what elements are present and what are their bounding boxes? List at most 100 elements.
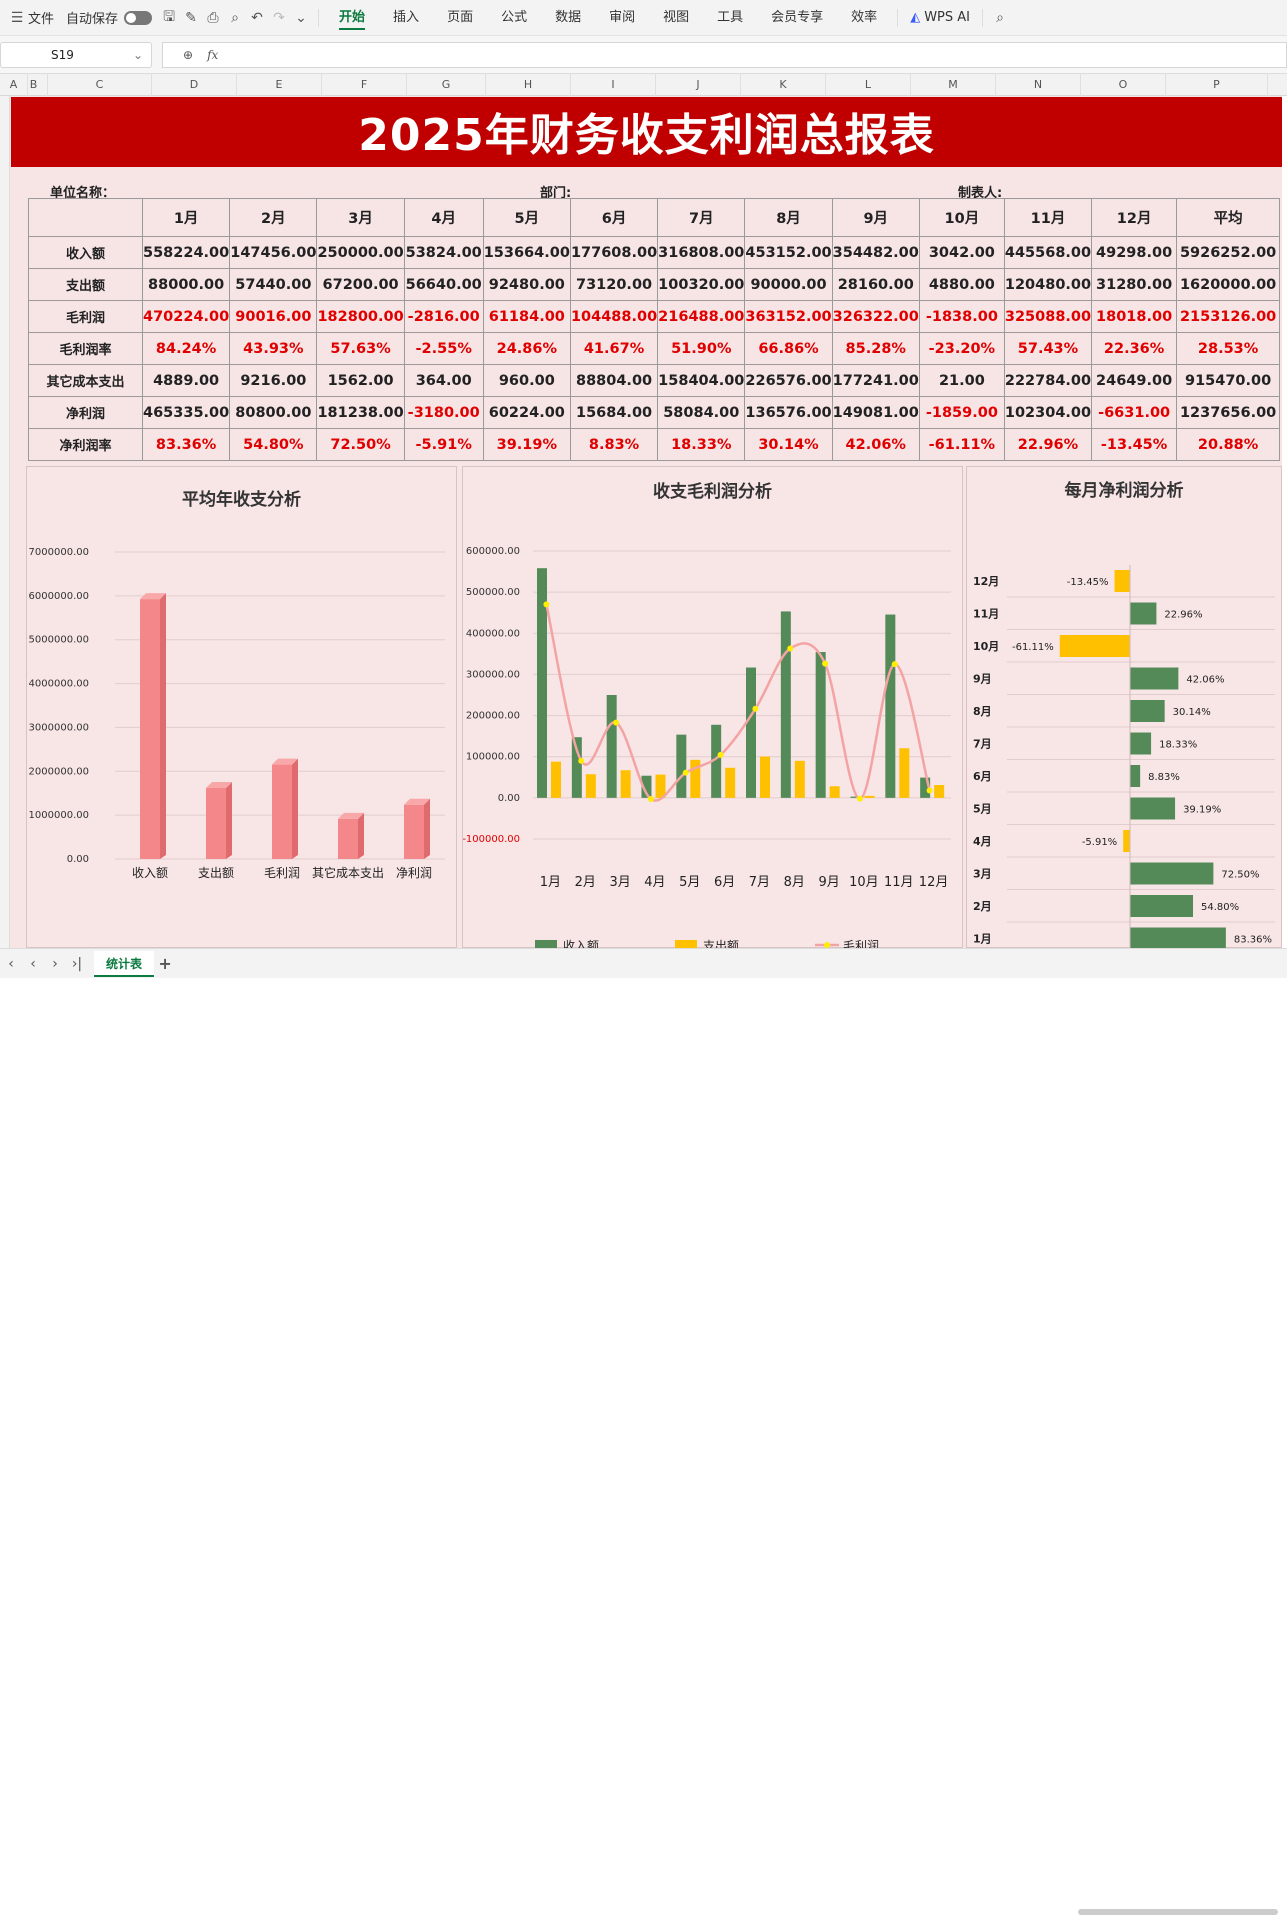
- data-cell[interactable]: 21.00: [918, 364, 1005, 397]
- data-cell[interactable]: 181238.00: [316, 396, 405, 429]
- data-cell[interactable]: 85.28%: [831, 332, 920, 365]
- month-header[interactable]: 1月: [141, 198, 231, 237]
- row-label[interactable]: 其它成本支出: [28, 364, 143, 397]
- data-cell[interactable]: 88000.00: [141, 268, 231, 301]
- data-cell[interactable]: 88804.00: [569, 364, 659, 397]
- data-cell[interactable]: 147456.00: [229, 236, 318, 269]
- data-cell[interactable]: 15684.00: [569, 396, 659, 429]
- data-cell[interactable]: 51.90%: [657, 332, 746, 365]
- column-header-F[interactable]: F: [322, 74, 407, 96]
- avg-cell[interactable]: 5926252.00: [1176, 236, 1281, 269]
- column-header-D[interactable]: D: [152, 74, 237, 96]
- data-cell[interactable]: 90000.00: [744, 268, 833, 301]
- data-cell[interactable]: -1859.00: [918, 396, 1005, 429]
- data-cell[interactable]: 1562.00: [316, 364, 405, 397]
- month-header[interactable]: 9月: [831, 198, 920, 237]
- undo-icon[interactable]: ↶: [246, 10, 268, 26]
- data-cell[interactable]: -61.11%: [918, 428, 1005, 461]
- month-header[interactable]: 10月: [918, 198, 1005, 237]
- data-cell[interactable]: 104488.00: [569, 300, 659, 333]
- data-cell[interactable]: 92480.00: [482, 268, 571, 301]
- brush-icon[interactable]: ✎: [180, 10, 202, 26]
- data-cell[interactable]: 177241.00: [831, 364, 920, 397]
- data-cell[interactable]: 326322.00: [831, 300, 920, 333]
- data-cell[interactable]: -5.91%: [403, 428, 484, 461]
- print-preview-icon[interactable]: ⌕: [224, 10, 246, 26]
- file-menu[interactable]: ☰ 文件: [0, 0, 60, 36]
- avg-cell[interactable]: 1237656.00: [1176, 396, 1281, 429]
- fx-icon[interactable]: fx: [207, 48, 218, 62]
- data-cell[interactable]: 56640.00: [403, 268, 484, 301]
- column-header-N[interactable]: N: [996, 74, 1081, 96]
- month-header[interactable]: 7月: [657, 198, 746, 237]
- month-header[interactable]: 6月: [569, 198, 659, 237]
- tab-8[interactable]: 会员专享: [757, 0, 837, 36]
- column-header-K[interactable]: K: [741, 74, 826, 96]
- formula-input[interactable]: ⊕ fx: [162, 41, 1287, 68]
- data-cell[interactable]: 3042.00: [918, 236, 1005, 269]
- data-cell[interactable]: 18.33%: [657, 428, 746, 461]
- chart-income-expense[interactable]: 收支毛利润分析 -100000.00 0.00 100000.00 200000.00…: [462, 466, 963, 949]
- tab-9[interactable]: 效率: [837, 0, 891, 36]
- column-header-P[interactable]: P: [1166, 74, 1268, 96]
- data-cell[interactable]: -13.45%: [1091, 428, 1178, 461]
- tab-5[interactable]: 审阅: [595, 0, 649, 36]
- data-cell[interactable]: 57440.00: [229, 268, 318, 301]
- month-header[interactable]: 4月: [403, 198, 484, 237]
- data-cell[interactable]: 67200.00: [316, 268, 405, 301]
- last-sheet-icon[interactable]: ›|: [66, 956, 88, 972]
- sheet-tab[interactable]: 统计表: [94, 950, 155, 977]
- data-cell[interactable]: 102304.00: [1003, 396, 1093, 429]
- save-icon[interactable]: 🖫: [158, 6, 180, 30]
- column-header-O[interactable]: O: [1081, 74, 1166, 96]
- data-cell[interactable]: 61184.00: [482, 300, 571, 333]
- row-label[interactable]: 毛利润: [28, 300, 143, 333]
- data-cell[interactable]: 222784.00: [1003, 364, 1093, 397]
- data-cell[interactable]: 66.86%: [744, 332, 833, 365]
- data-cell[interactable]: 226576.00: [744, 364, 833, 397]
- data-cell[interactable]: 9216.00: [229, 364, 318, 397]
- data-cell[interactable]: -3180.00: [403, 396, 484, 429]
- redo-icon[interactable]: ↷: [268, 10, 290, 26]
- search-icon[interactable]: ⌕: [989, 10, 1011, 26]
- data-cell[interactable]: 90016.00: [229, 300, 318, 333]
- tab-4[interactable]: 数据: [541, 0, 595, 36]
- month-header[interactable]: 2月: [229, 198, 318, 237]
- chevron-down-icon[interactable]: ⌄: [290, 10, 312, 26]
- data-cell[interactable]: 83.36%: [141, 428, 231, 461]
- prev-sheet-icon[interactable]: ‹: [22, 956, 44, 972]
- month-header[interactable]: 5月: [482, 198, 571, 237]
- data-cell[interactable]: -2.55%: [403, 332, 484, 365]
- horizontal-scrollbar[interactable]: [1078, 1909, 1278, 1915]
- data-cell[interactable]: 24.86%: [482, 332, 571, 365]
- data-cell[interactable]: 57.43%: [1003, 332, 1093, 365]
- data-cell[interactable]: 49298.00: [1091, 236, 1178, 269]
- chart-avg-annual[interactable]: 平均年收支分析 0.00 1000000.00 2000000.00 3000000.…: [26, 466, 457, 948]
- row-label[interactable]: 收入额: [28, 236, 143, 269]
- tab-2[interactable]: 页面: [433, 0, 487, 36]
- chart-monthly-net-profit[interactable]: 每月净利润分析 12月 -13.45% 11月 22.96% 10月 -61.11% 9月 4…: [966, 466, 1282, 949]
- data-cell[interactable]: 177608.00: [569, 236, 659, 269]
- data-cell[interactable]: 120480.00: [1003, 268, 1093, 301]
- data-cell[interactable]: -6631.00: [1091, 396, 1178, 429]
- data-cell[interactable]: 153664.00: [482, 236, 571, 269]
- tab-1[interactable]: 插入: [379, 0, 433, 36]
- print-icon[interactable]: ⎙: [202, 10, 224, 26]
- data-cell[interactable]: 100320.00: [657, 268, 746, 301]
- avg-header[interactable]: 平均: [1176, 198, 1281, 237]
- data-cell[interactable]: 57.63%: [316, 332, 405, 365]
- data-cell[interactable]: -1838.00: [918, 300, 1005, 333]
- tab-3[interactable]: 公式: [487, 0, 541, 36]
- row-label[interactable]: 净利润率: [28, 428, 143, 461]
- data-cell[interactable]: 316808.00: [657, 236, 746, 269]
- row-label[interactable]: 净利润: [28, 396, 143, 429]
- data-cell[interactable]: 364.00: [403, 364, 484, 397]
- data-cell[interactable]: 354482.00: [831, 236, 920, 269]
- data-cell[interactable]: 136576.00: [744, 396, 833, 429]
- tab-0[interactable]: 开始: [325, 0, 379, 36]
- month-header[interactable]: 11月: [1003, 198, 1093, 237]
- avg-cell[interactable]: 28.53%: [1176, 332, 1281, 365]
- data-cell[interactable]: 43.93%: [229, 332, 318, 365]
- data-cell[interactable]: 84.24%: [141, 332, 231, 365]
- column-header-C[interactable]: C: [48, 74, 152, 96]
